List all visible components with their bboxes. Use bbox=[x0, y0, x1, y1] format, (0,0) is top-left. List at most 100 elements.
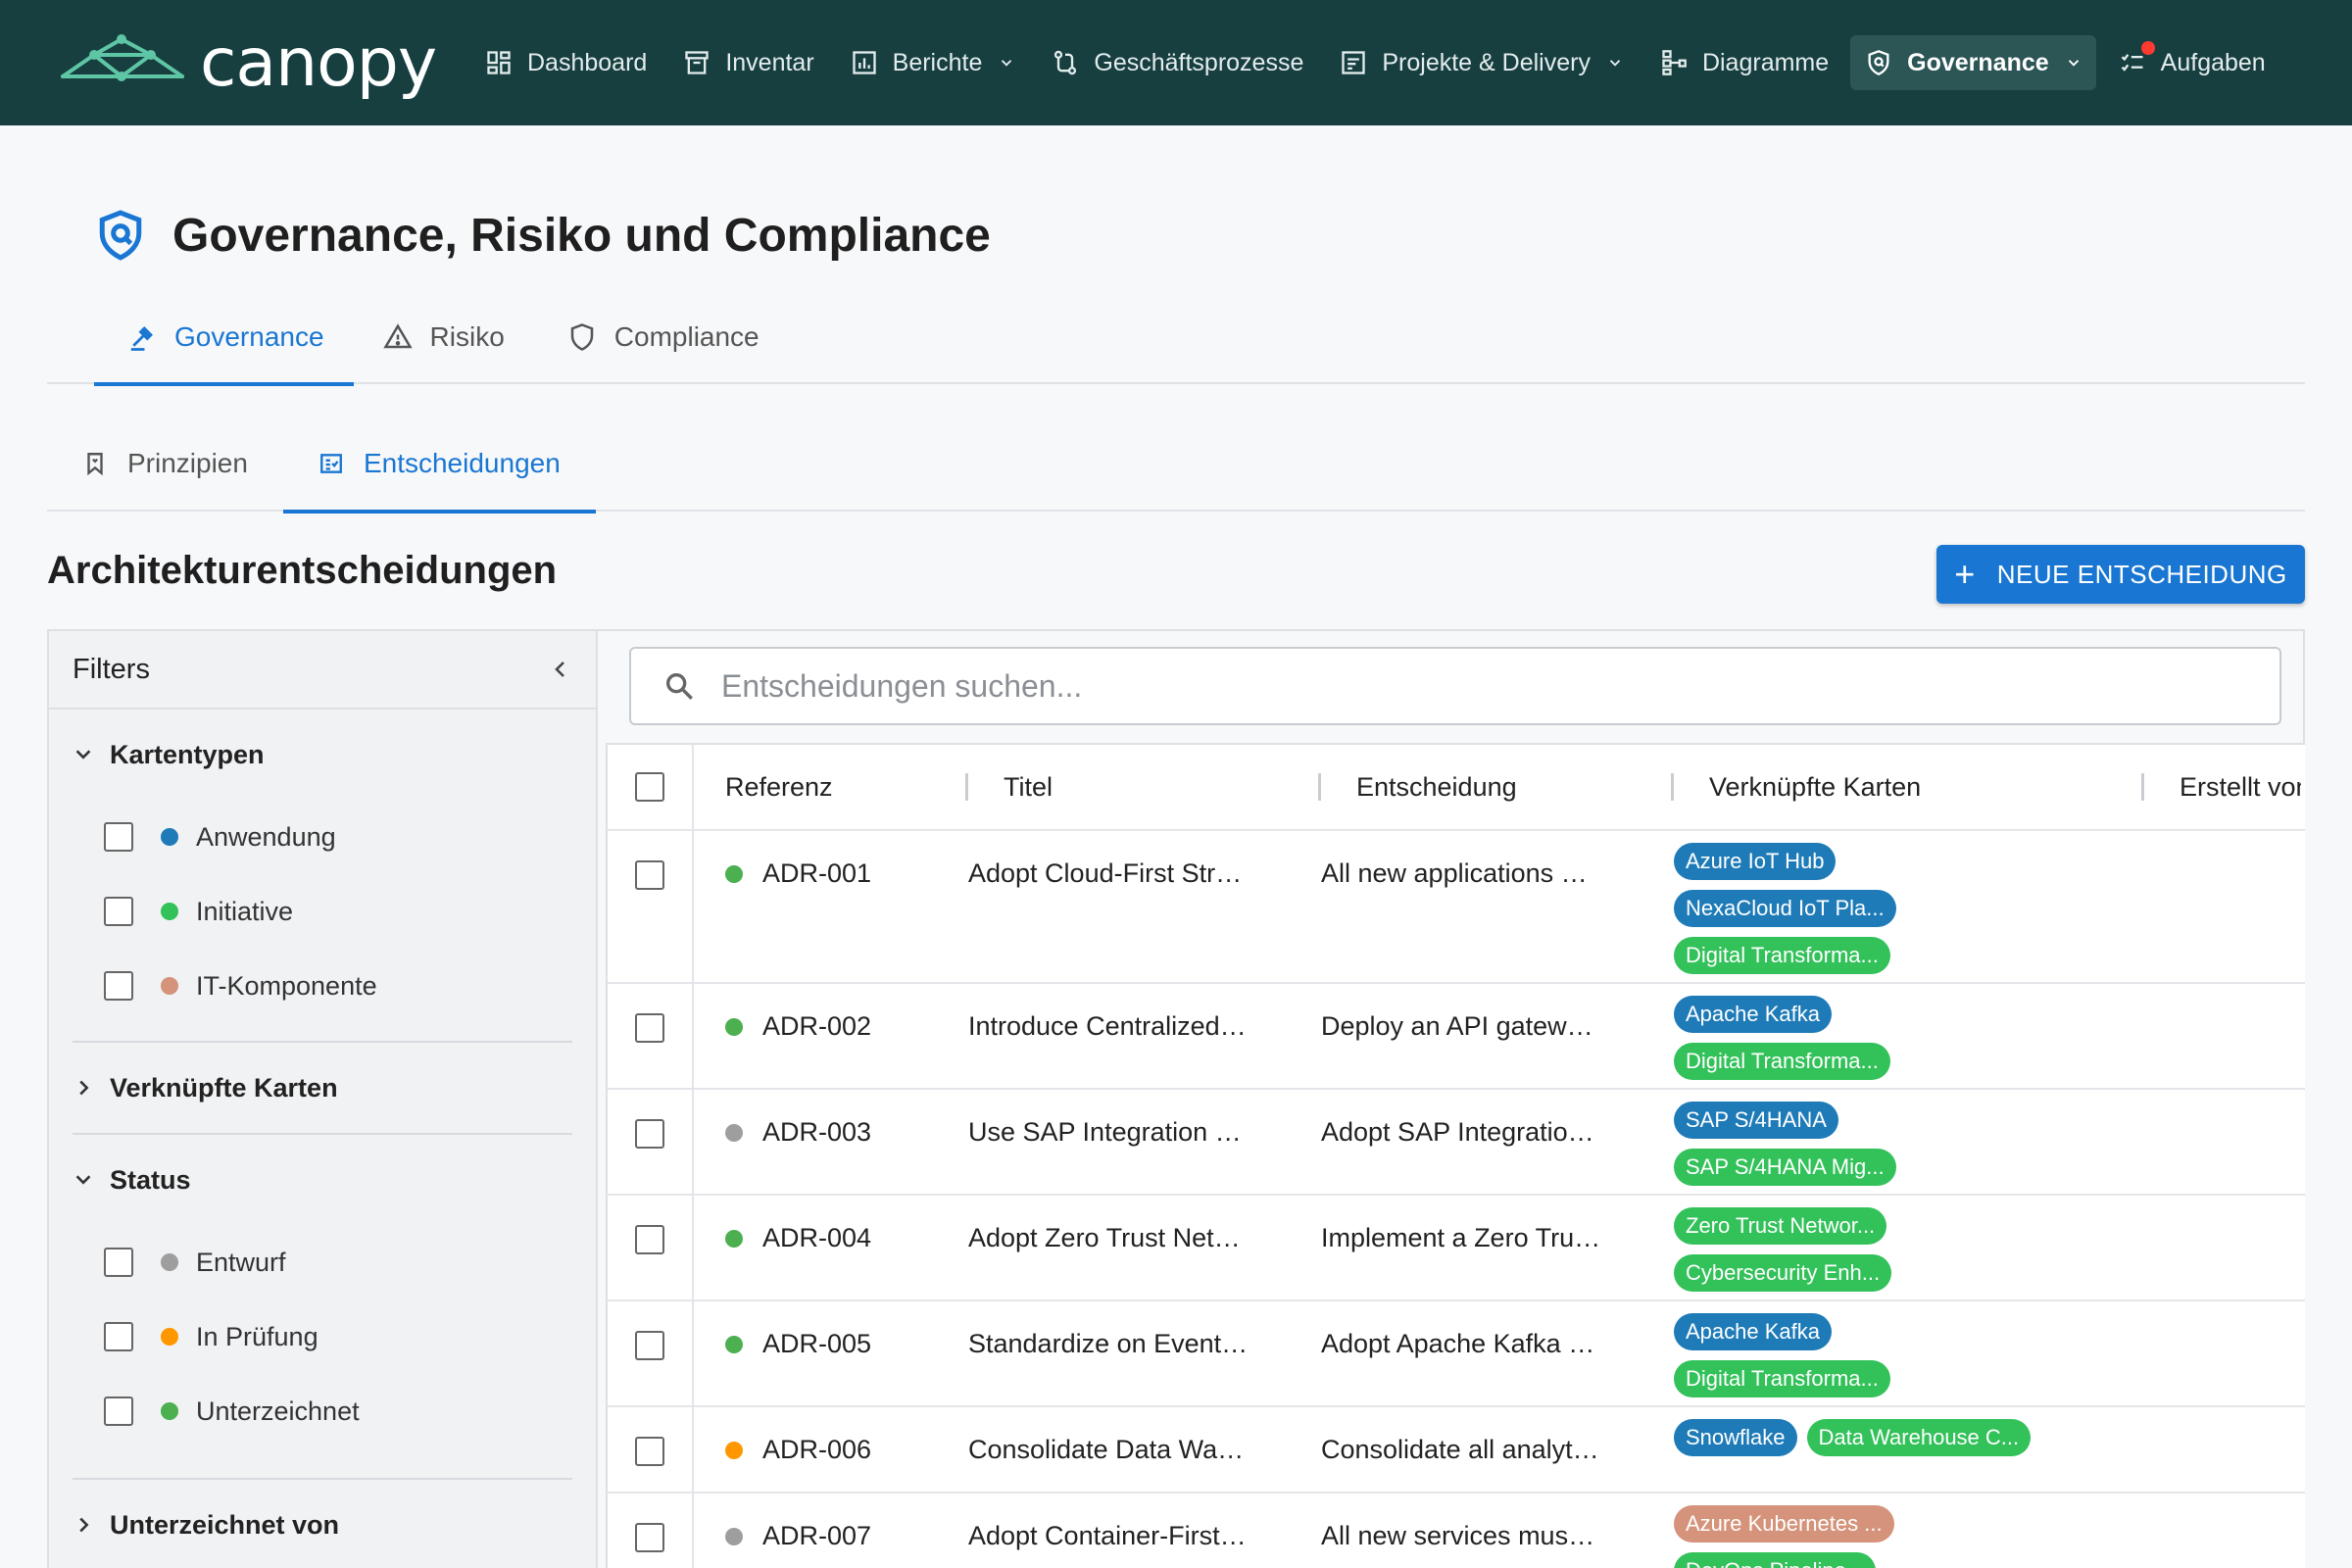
cell-erstellt-von bbox=[2144, 1407, 2301, 1492]
checkbox[interactable] bbox=[104, 822, 133, 852]
title-text: Introduce Centralized… bbox=[968, 1011, 1247, 1041]
tab-prinzipien[interactable]: Prinzipien bbox=[47, 416, 283, 512]
cell-titel: Standardize on Event… bbox=[968, 1301, 1321, 1405]
filter-option-label: Initiative bbox=[196, 896, 294, 926]
table-row[interactable]: ADR-002 Introduce Centralized… Deploy an A… bbox=[608, 984, 2305, 1090]
linked-card-tag[interactable]: SAP S/4HANA Mig... bbox=[1674, 1149, 1896, 1186]
notification-dot bbox=[2140, 41, 2155, 55]
status-dot bbox=[725, 1335, 743, 1353]
section-title: Architekturentscheidungen bbox=[47, 549, 558, 592]
filter-option-unterzeichnet[interactable]: Unterzeichnet bbox=[73, 1374, 572, 1448]
status-dot bbox=[725, 1441, 743, 1459]
table-row[interactable]: ADR-005 Standardize on Event… Adopt Apache… bbox=[608, 1301, 2305, 1407]
filter-group-header[interactable]: Unterzeichnet von bbox=[73, 1480, 572, 1568]
nav-governance[interactable]: Governance bbox=[1850, 35, 2096, 90]
filter-option-in-pruefung[interactable]: In Prüfung bbox=[73, 1299, 572, 1374]
page-header: Governance, Risiko und Compliance bbox=[96, 208, 991, 263]
nav-projekte[interactable]: Projekte & Delivery bbox=[1325, 35, 1638, 90]
linked-card-tag[interactable]: Apache Kafka bbox=[1674, 996, 1832, 1033]
linked-card-tag[interactable]: SAP S/4HANA bbox=[1674, 1102, 1838, 1139]
search-box[interactable] bbox=[629, 647, 2281, 725]
tab-compliance[interactable]: Compliance bbox=[552, 290, 807, 384]
linked-card-tag[interactable]: Digital Transforma... bbox=[1674, 1360, 1890, 1397]
row-checkbox[interactable] bbox=[635, 860, 664, 890]
status-dot bbox=[725, 1527, 743, 1545]
linked-card-tag[interactable]: Digital Transforma... bbox=[1674, 937, 1890, 974]
row-checkbox[interactable] bbox=[635, 1331, 664, 1360]
row-checkbox[interactable] bbox=[635, 1225, 664, 1254]
filter-option-entwurf[interactable]: Entwurf bbox=[73, 1225, 572, 1299]
column-header-erstellt-von[interactable]: Erstellt von bbox=[2144, 745, 2301, 830]
filter-option-it-komponente[interactable]: IT-Komponente bbox=[73, 949, 572, 1023]
tab-governance[interactable]: Governance bbox=[47, 290, 354, 386]
column-header-referenz[interactable]: Referenz bbox=[694, 745, 968, 830]
cell-erstellt-von bbox=[2144, 984, 2301, 1088]
cell-entscheidung: Adopt SAP Integratio… bbox=[1321, 1090, 1674, 1194]
checkbox[interactable] bbox=[104, 1322, 133, 1351]
tab-risiko-label: Risiko bbox=[429, 321, 505, 352]
tab-entscheidungen[interactable]: Entscheidungen bbox=[282, 416, 596, 514]
column-header-entscheidung[interactable]: Entscheidung bbox=[1321, 745, 1674, 830]
linked-card-tag[interactable]: DevOps Pipeline... bbox=[1674, 1552, 1877, 1568]
row-checkbox[interactable] bbox=[635, 1437, 664, 1466]
chevron-down-icon bbox=[1002, 60, 1012, 67]
tab-risiko[interactable]: Risiko bbox=[354, 290, 552, 384]
row-select-cell bbox=[608, 984, 694, 1088]
checkbox[interactable] bbox=[104, 1248, 133, 1277]
nav-aufgaben[interactable]: Aufgaben bbox=[2104, 35, 2279, 90]
column-header-titel[interactable]: Titel bbox=[968, 745, 1321, 830]
shield-outline-icon bbox=[570, 323, 594, 351]
linked-card-tag[interactable]: Data Warehouse C... bbox=[1806, 1419, 2032, 1456]
nav-diagramme-label: Diagramme bbox=[1701, 48, 1830, 76]
filter-group-header[interactable]: Verknüpfte Karten bbox=[73, 1043, 572, 1133]
brand-name: canopy bbox=[200, 24, 437, 102]
table-row[interactable]: ADR-001 Adopt Cloud-First Str… All new app… bbox=[608, 831, 2305, 984]
brand-logo[interactable]: canopy bbox=[59, 24, 470, 102]
row-checkbox[interactable] bbox=[635, 1013, 664, 1043]
filter-group-label: Kartentypen bbox=[110, 739, 265, 769]
table-row[interactable]: ADR-004 Adopt Zero Trust Net… Implement a … bbox=[608, 1196, 2305, 1301]
row-checkbox[interactable] bbox=[635, 1523, 664, 1552]
linked-card-tag[interactable]: Snowflake bbox=[1674, 1419, 1797, 1456]
nav-dashboard-label: Dashboard bbox=[527, 48, 648, 76]
nav-dashboard[interactable]: Dashboard bbox=[470, 35, 661, 90]
checkbox[interactable] bbox=[104, 897, 133, 926]
table-row[interactable]: ADR-007 Adopt Container-First… All new ser… bbox=[608, 1494, 2305, 1568]
nav-projekte-label: Projekte & Delivery bbox=[1382, 48, 1591, 76]
linked-card-tag[interactable]: Digital Transforma... bbox=[1674, 1043, 1890, 1080]
search-input[interactable] bbox=[721, 667, 2191, 705]
nav-inventar[interactable]: Inventar bbox=[668, 35, 827, 90]
nav-geschaeftsprozesse[interactable]: Geschäftsprozesse bbox=[1037, 35, 1317, 90]
linked-card-tag[interactable]: Cybersecurity Enh... bbox=[1674, 1254, 1892, 1292]
linked-card-tag[interactable]: Azure IoT Hub bbox=[1674, 843, 1837, 880]
checkbox[interactable] bbox=[104, 971, 133, 1001]
filter-group-header[interactable]: Status bbox=[73, 1135, 572, 1225]
nav-berichte[interactable]: Berichte bbox=[836, 35, 1030, 90]
linked-card-tag[interactable]: Zero Trust Networ... bbox=[1674, 1207, 1887, 1245]
shield-icon bbox=[1864, 48, 1893, 77]
filter-option-initiative[interactable]: Initiative bbox=[73, 874, 572, 949]
page-title: Governance, Risiko und Compliance bbox=[172, 209, 991, 262]
filter-group-header[interactable]: Kartentypen bbox=[73, 710, 572, 800]
linked-card-tag[interactable]: Azure Kubernetes ... bbox=[1674, 1505, 1894, 1543]
linked-card-tag[interactable]: NexaCloud IoT Pla... bbox=[1674, 890, 1896, 927]
top-navigation-bar: canopy Dashboard Inventar Berichte Gesch… bbox=[0, 0, 2352, 125]
cell-entscheidung: All new services mus… bbox=[1321, 1494, 1674, 1568]
filter-option-anwendung[interactable]: Anwendung bbox=[73, 800, 572, 874]
cell-erstellt-von bbox=[2144, 831, 2301, 982]
row-checkbox[interactable] bbox=[635, 1119, 664, 1149]
select-all-checkbox[interactable] bbox=[635, 772, 664, 802]
column-header-verknuepfte-karten[interactable]: Verknüpfte Karten bbox=[1674, 745, 2144, 830]
nav-diagramme[interactable]: Diagramme bbox=[1645, 35, 1842, 90]
nav-aufgaben-label: Aufgaben bbox=[2160, 48, 2266, 76]
status-dot bbox=[725, 1123, 743, 1142]
filter-option-label: In Prüfung bbox=[196, 1321, 318, 1351]
table-row[interactable]: ADR-006 Consolidate Data Wa… Consolidate a… bbox=[608, 1407, 2305, 1494]
row-select-cell bbox=[608, 1090, 694, 1194]
linked-card-tag[interactable]: Apache Kafka bbox=[1674, 1313, 1832, 1350]
table-row[interactable]: ADR-003 Use SAP Integration … Adopt SAP In… bbox=[608, 1090, 2305, 1196]
checkbox[interactable] bbox=[104, 1396, 133, 1426]
chevron-right-icon bbox=[79, 1517, 89, 1533]
new-decision-button[interactable]: + NEUE ENTSCHEIDUNG bbox=[1936, 545, 2305, 604]
chevron-left-icon[interactable] bbox=[549, 658, 572, 681]
